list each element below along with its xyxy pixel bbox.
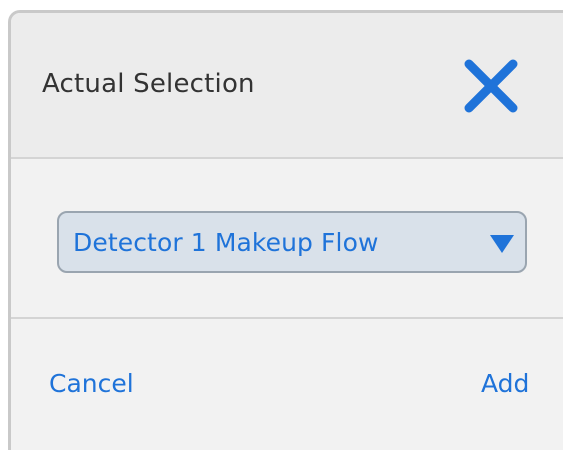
dialog-title: Actual Selection [42, 69, 255, 99]
actual-selection-dropdown[interactable]: Detector 1 Makeup Flow [57, 211, 527, 273]
dropdown-selected-value: Detector 1 Makeup Flow [73, 228, 379, 257]
dialog-footer: Cancel Add [11, 319, 563, 450]
dialog-header: Actual Selection [11, 13, 563, 159]
actual-selection-dialog: Actual Selection Detector 1 Makeup Flow … [8, 10, 563, 450]
dialog-body: Detector 1 Makeup Flow [11, 159, 563, 319]
close-icon [464, 59, 518, 113]
add-button[interactable]: Add [481, 369, 529, 398]
cancel-button[interactable]: Cancel [49, 369, 134, 398]
close-button[interactable] [461, 56, 521, 116]
chevron-down-icon [490, 235, 514, 253]
